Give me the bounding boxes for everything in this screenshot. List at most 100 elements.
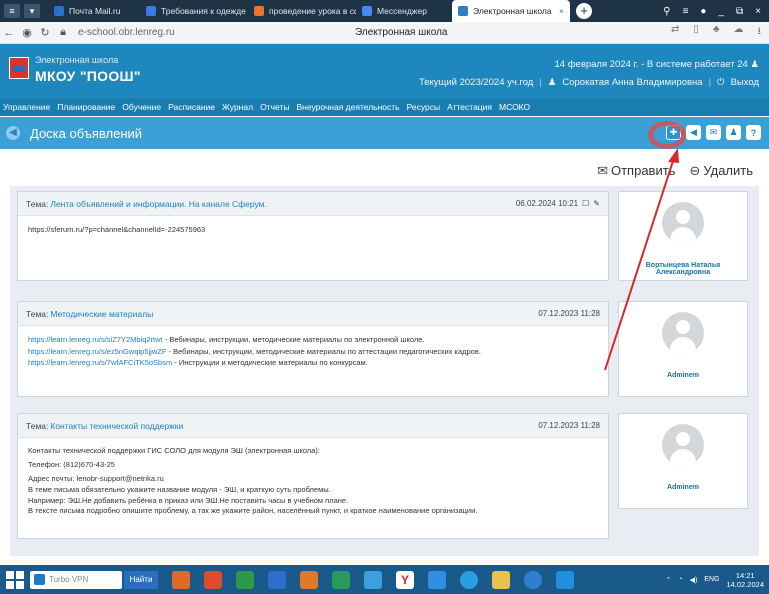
taskbar-app-icon[interactable] (300, 570, 318, 589)
taskbar-search[interactable]: Turbo VPN (30, 570, 122, 589)
menu-item-management[interactable]: Управление (3, 102, 50, 112)
author-name[interactable]: Adminem (667, 484, 699, 491)
announcement-body: Контакты технической поддержки ГИС СОЛО … (18, 438, 608, 525)
menu-item-planning[interactable]: Планирование (57, 102, 115, 112)
announcement-header: Тема: Лента объявлений и информации. На … (18, 192, 608, 216)
checkbox-icon[interactable]: ☐ (582, 199, 589, 208)
taskbar-app-icon[interactable] (524, 570, 542, 589)
user-icon: ♟ (750, 59, 759, 70)
download-icon[interactable]: ⭳ (758, 24, 762, 41)
new-tab-button[interactable]: + (576, 3, 592, 19)
browser-tab-active[interactable]: Электронная школа × (452, 0, 570, 22)
help-icon[interactable]: ? (746, 125, 761, 140)
user-name[interactable]: Сорокатая Анна Владимировна (562, 77, 702, 88)
taskbar-app-icon[interactable] (556, 570, 574, 589)
windows-taskbar: Turbo VPN Найти Y ⌃ ◔ ◀) ENG 14:21 14.02.… (0, 565, 769, 594)
browser-tab[interactable]: проведение урока в сфер (248, 0, 356, 22)
taskbar-app-icon[interactable] (460, 570, 478, 589)
menu-item-education[interactable]: Обучение (122, 102, 161, 112)
minimize-icon[interactable]: _ (718, 6, 724, 17)
taskbar-app-icon[interactable] (236, 570, 254, 589)
announcement-link[interactable]: https://learn.lenreg.ru/s/siZ7Y2Mbiq2rtw… (28, 335, 163, 344)
taskbar-find-button[interactable]: Найти (124, 570, 158, 589)
extension-icon[interactable]: ♣ (713, 24, 720, 41)
browser-tab[interactable]: Мессенджер (356, 0, 452, 22)
volume-icon[interactable]: ◀) (690, 576, 698, 584)
taskbar-app-icon[interactable] (204, 570, 222, 589)
lock-icon: 🔒︎ (60, 26, 66, 38)
header-user-line: Текущий 2023/2024 уч.год | ♟ Сорокатая А… (418, 77, 759, 88)
author-name[interactable]: Adminem (667, 372, 699, 379)
browser-tab[interactable]: Требования к одежде об (140, 0, 248, 22)
browser-tab-bar: ≡ ▾ Почта Mail.ru Требования к одежде об… (0, 0, 769, 22)
notifications-icon[interactable]: ≡ (683, 6, 689, 17)
yandex-browser-icon[interactable]: Y (396, 570, 414, 589)
announcements-area: Тема: Лента объявлений и информации. На … (10, 186, 759, 556)
announcement-line: https://learn.lenreg.ru/s/7wfAFCiTK5oSbs… (28, 358, 368, 368)
windows-start-icon[interactable] (6, 570, 24, 589)
logout-link[interactable]: Выход (731, 77, 759, 88)
announcement-line: https://sferum.ru/?p=channel&channelId=-… (28, 225, 206, 234)
announcement-link[interactable]: https://learn.lenreg.ru/s/ez5nGwqip5jjwZ… (28, 347, 166, 356)
taskbar-app-icon[interactable] (172, 570, 190, 589)
author-name[interactable]: Вортынцева Наталья Александровна (619, 262, 747, 276)
profile-icon[interactable]: ● (700, 6, 706, 17)
megaphone-icon[interactable]: ◀ (686, 125, 701, 140)
announcement-line: В теме письма обязательно укажите назван… (28, 484, 331, 494)
mail-icon[interactable]: ✉ (706, 125, 721, 140)
close-tab-icon[interactable]: × (559, 6, 564, 16)
menu-item-resources[interactable]: Ресурсы (407, 102, 441, 112)
announcement-card: Тема: Методические материалы 07.12.2023 … (17, 301, 609, 397)
back-arrow-icon[interactable]: ◀ (6, 126, 20, 140)
reload-icon[interactable]: ↻ (36, 26, 54, 39)
taskbar-app-icon[interactable] (332, 570, 350, 589)
announcement-topic[interactable]: Методические материалы (50, 309, 153, 319)
close-window-icon[interactable]: × (755, 6, 761, 17)
users-icon[interactable]: ♟ (726, 125, 741, 140)
back-icon[interactable]: ← (0, 27, 18, 39)
announcement-body: https://learn.lenreg.ru/s/siZ7Y2Mbiq2rtw… (18, 326, 608, 377)
announcement-date: 06.02.2024 10:21 (515, 199, 579, 208)
maximize-icon[interactable]: ⧉ (736, 6, 743, 17)
menu-item-journal[interactable]: Журнал (222, 102, 253, 112)
translate-icon[interactable]: ⇄ (671, 24, 679, 41)
announcement-link[interactable]: https://learn.lenreg.ru/s/7wfAFCiTK5oSbs… (28, 358, 172, 367)
edit-icon[interactable]: ✎ (593, 199, 600, 208)
taskbar-app-icon[interactable] (268, 570, 286, 589)
taskbar-app-icon[interactable] (492, 570, 510, 589)
language-indicator[interactable]: ENG (704, 576, 719, 583)
menu-item-schedule[interactable]: Расписание (168, 102, 215, 112)
tray-chevron-icon[interactable]: ⌃ (665, 576, 671, 584)
browser-tab[interactable]: Почта Mail.ru (48, 0, 140, 22)
page-title: Доска объявлений (30, 125, 143, 141)
network-icon[interactable]: ◔ (678, 576, 682, 583)
announcement-card: Тема: Контакты технической поддержки 07.… (17, 413, 609, 539)
cloud-icon[interactable]: ☁ (734, 24, 744, 41)
tab-favicon (146, 6, 156, 16)
system-clock[interactable]: 14:21 14.02.2024 (726, 571, 764, 589)
site-header: Электронная школа МКОУ "ПООШ" 14 февраля… (0, 44, 769, 98)
menu-item-reports[interactable]: Отчеты (260, 102, 289, 112)
announcement-line: Адрес почты: lenobr-support@netrika.ru (28, 473, 164, 483)
browser-menu-icon[interactable]: ≡ (4, 4, 20, 18)
edge-browser-icon[interactable] (428, 570, 446, 589)
site-info-icon[interactable]: ◉ (18, 26, 36, 39)
tab-actions-icon[interactable]: ▾ (24, 4, 40, 18)
reader-icon[interactable]: ▯ (693, 24, 699, 41)
announcement-header: Тема: Методические материалы 07.12.2023 … (18, 302, 608, 326)
system-tray: ⌃ ◔ ◀) ENG 14:21 14.02.2024 (665, 571, 769, 589)
announcement-topic[interactable]: Лента объявлений и информации. На канале… (50, 199, 267, 209)
url-field[interactable]: e-school.obr.lenreg.ru (78, 27, 175, 38)
red-circle-annotation (648, 121, 686, 149)
menu-item-extracurricular[interactable]: Внеурочная деятельность (296, 102, 399, 112)
page-title-text: Электронная школа (355, 27, 448, 38)
school-year[interactable]: Текущий 2023/2024 уч.год (419, 77, 533, 88)
bookmark-icon[interactable]: ⚲ (663, 6, 670, 17)
taskbar-app-icon[interactable] (364, 570, 382, 589)
menu-item-msoko[interactable]: МСОКО (499, 102, 530, 112)
delete-button[interactable]: ⊖ Удалить (689, 163, 753, 179)
menu-item-attestation[interactable]: Аттестация (447, 102, 492, 112)
send-button[interactable]: ✉ Отправить (597, 163, 675, 179)
tab-favicon (254, 6, 264, 16)
announcement-topic[interactable]: Контакты технической поддержки (50, 421, 183, 431)
